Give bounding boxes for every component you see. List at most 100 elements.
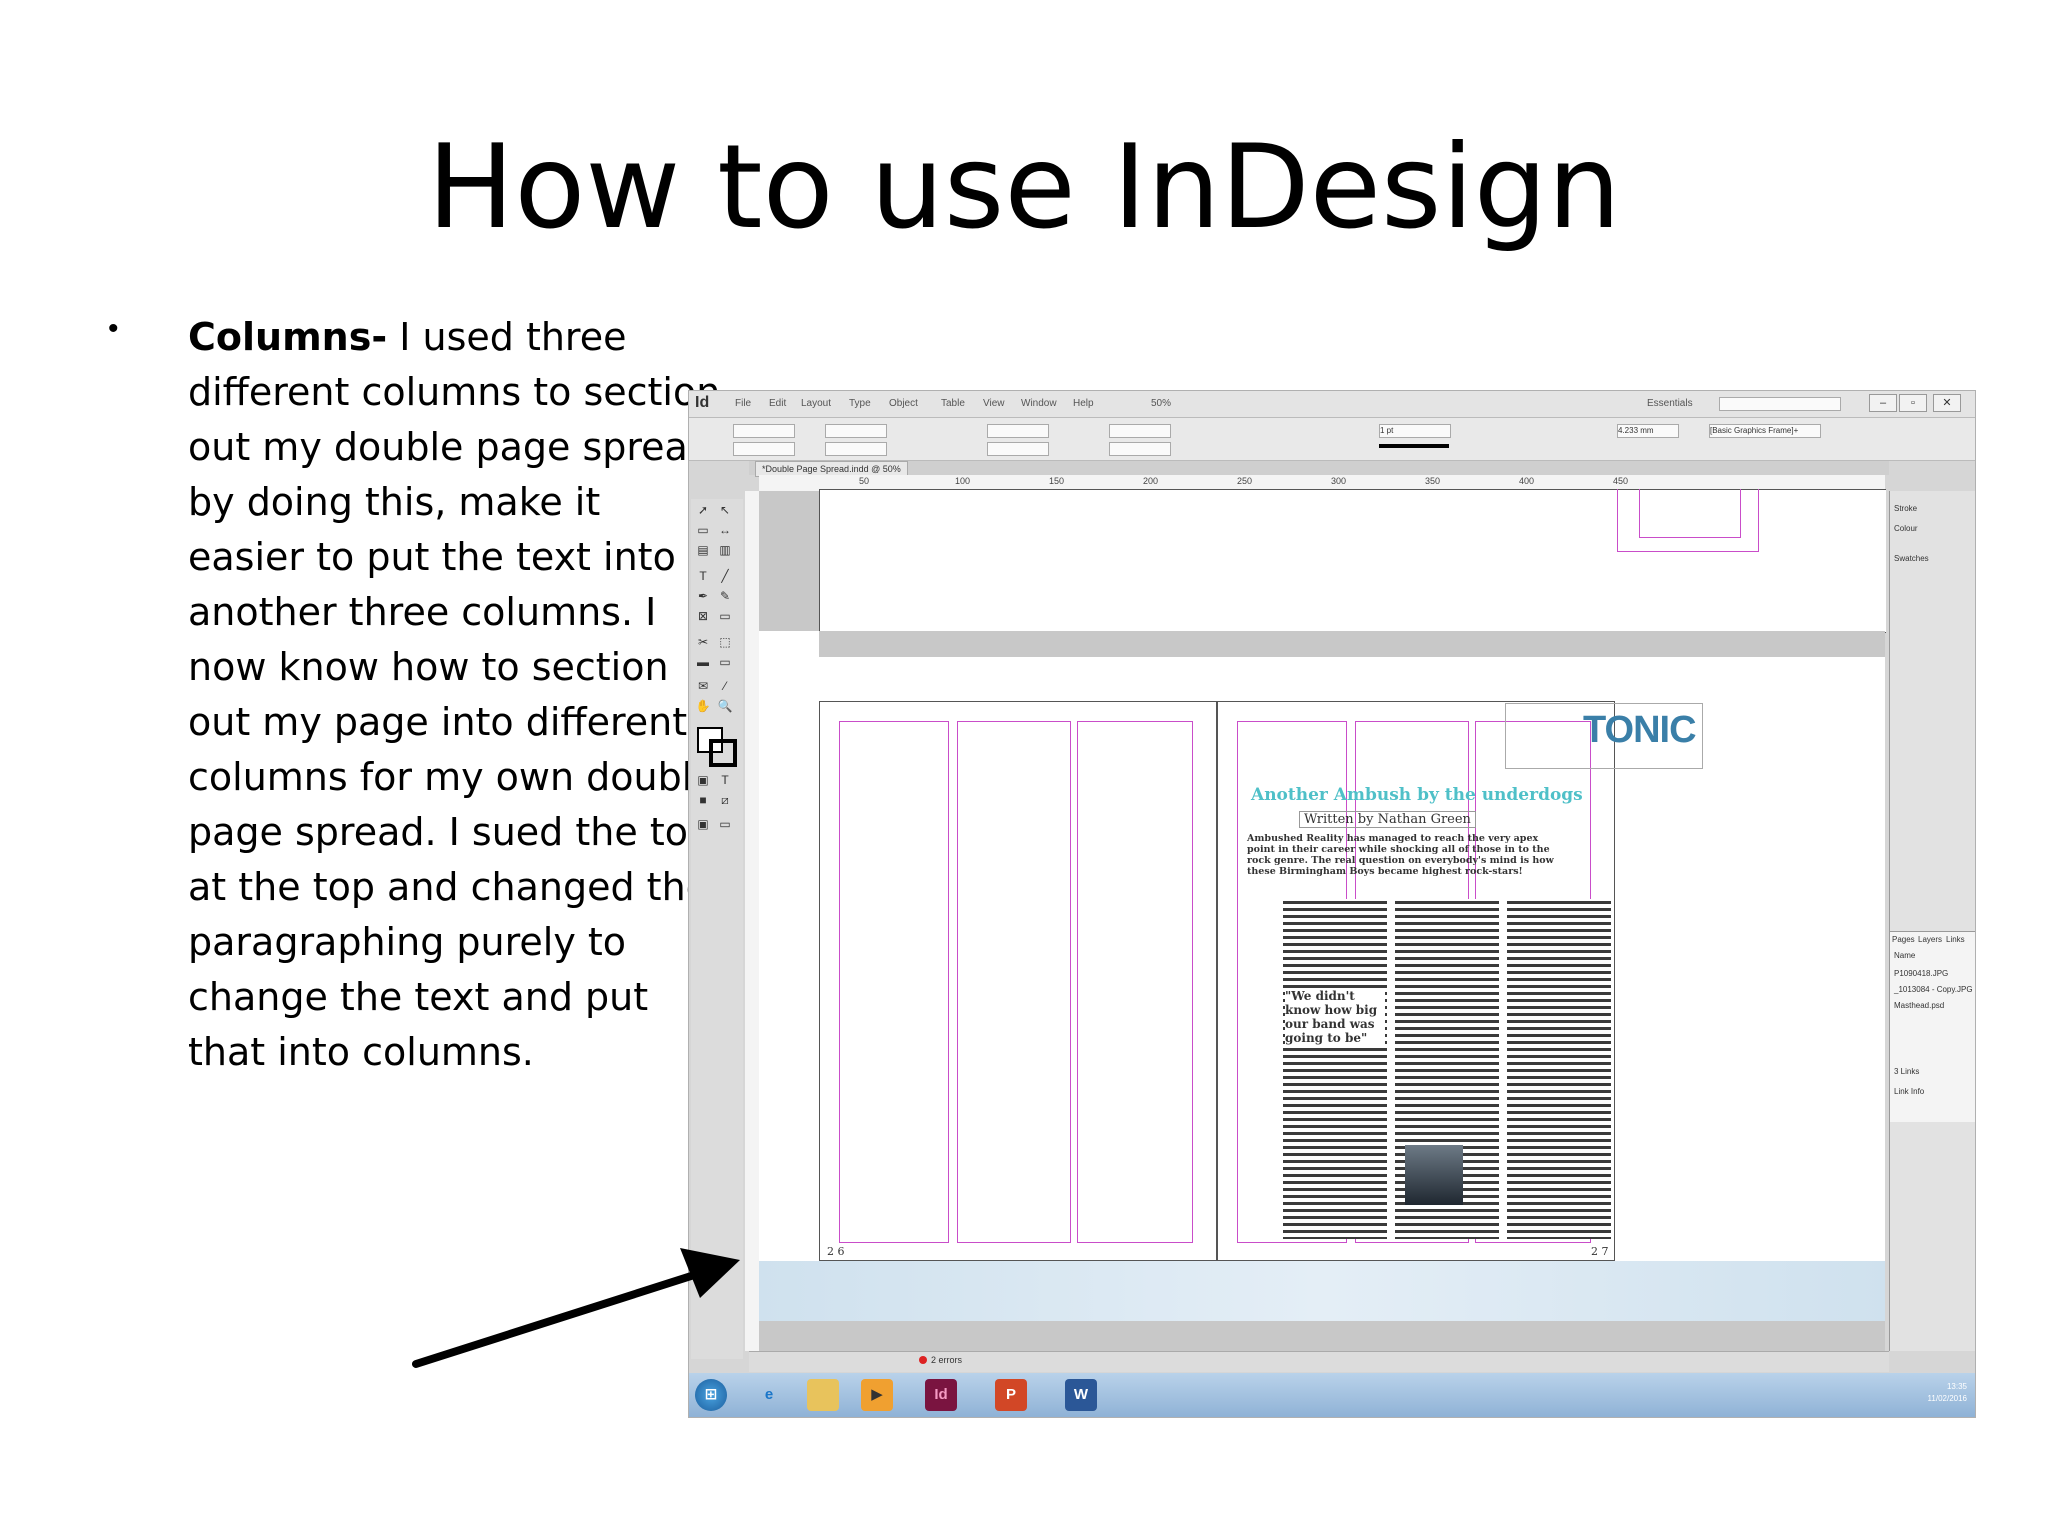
- menu-table[interactable]: Table: [941, 398, 965, 409]
- rectangle-frame-tool-icon[interactable]: ⊠: [695, 609, 711, 623]
- gradient-feather-tool-icon[interactable]: ▭: [717, 655, 733, 669]
- scissors-tool-icon[interactable]: ✂: [695, 635, 711, 649]
- start-button-icon[interactable]: ⊞: [695, 1379, 727, 1411]
- file-explorer-icon[interactable]: [807, 1379, 839, 1411]
- pen-tool-icon[interactable]: ✒: [695, 589, 711, 603]
- content-placer-icon[interactable]: ▥: [717, 543, 733, 557]
- ruler-label: 400: [1519, 476, 1535, 486]
- stroke-weight-field[interactable]: 1 pt: [1379, 424, 1451, 438]
- internet-explorer-icon[interactable]: e: [753, 1379, 785, 1411]
- powerpoint-taskbar-icon[interactable]: P: [995, 1379, 1027, 1411]
- zoom-tool-icon[interactable]: 🔍: [717, 699, 733, 713]
- clock-time: 13:35: [1946, 1382, 1967, 1391]
- hand-tool-icon[interactable]: ✋: [695, 699, 711, 713]
- type-tool-icon[interactable]: T: [695, 569, 711, 583]
- workspace-switcher[interactable]: Essentials: [1647, 398, 1693, 409]
- width-field[interactable]: [825, 424, 887, 438]
- menu-bar: Id File Edit Layout Type Object Table Vi…: [689, 391, 1975, 418]
- page-number-left: 2 6: [827, 1245, 845, 1258]
- search-input[interactable]: [1719, 397, 1841, 411]
- arrow-icon: [412, 1248, 740, 1368]
- page-tool-icon[interactable]: ▭: [695, 523, 711, 537]
- gap-tool-icon[interactable]: ↔: [717, 523, 733, 537]
- content-collector-icon[interactable]: ▤: [695, 543, 711, 557]
- zoom-dropdown[interactable]: 50%: [1151, 398, 1171, 409]
- pasteboard[interactable]: TONIC Another Ambush by the underdogs Wr…: [759, 489, 1886, 1351]
- line-tool-icon[interactable]: ╱: [717, 569, 733, 583]
- pencil-tool-icon[interactable]: ✎: [717, 589, 733, 603]
- formatting-text-icon[interactable]: T: [717, 773, 733, 787]
- stroke-swatch-icon[interactable]: [709, 739, 737, 767]
- menu-layout[interactable]: Layout: [801, 398, 831, 409]
- previous-spread-frame-inner: [1639, 489, 1741, 538]
- bullet-heading: Columns-: [188, 315, 388, 359]
- taskbar-clock[interactable]: 13:35 11/02/2016: [1928, 1381, 1967, 1405]
- preflight-status[interactable]: 2 errors: [931, 1355, 962, 1365]
- apply-none-icon[interactable]: ⧄: [717, 793, 733, 807]
- ruler-label: 300: [1331, 476, 1347, 486]
- ruler-label: 150: [1049, 476, 1065, 486]
- link-item[interactable]: Masthead.psd: [1894, 998, 1944, 1014]
- minimize-button[interactable]: –: [1869, 394, 1897, 412]
- rectangle-tool-icon[interactable]: ▭: [717, 609, 733, 623]
- stroke-type-swatch[interactable]: [1379, 444, 1449, 448]
- formatting-container-icon[interactable]: ▣: [695, 773, 711, 787]
- y-position-field[interactable]: [733, 442, 795, 456]
- word-taskbar-icon[interactable]: W: [1065, 1379, 1097, 1411]
- indesign-taskbar-icon[interactable]: Id: [925, 1379, 957, 1411]
- menu-view[interactable]: View: [983, 398, 1005, 409]
- direct-selection-tool-icon[interactable]: ↖: [717, 503, 733, 517]
- article-headline: Another Ambush by the underdogs: [1251, 785, 1583, 805]
- band-photo[interactable]: [1405, 1145, 1463, 1205]
- height-field[interactable]: [825, 442, 887, 456]
- selection-tool-icon[interactable]: ➚: [695, 503, 711, 517]
- pasteboard-gray: [759, 491, 819, 631]
- scale-y-field[interactable]: [987, 442, 1049, 456]
- document-tab-bar: *Double Page Spread.indd @ 50%: [749, 461, 1889, 477]
- page-number-right: 2 7: [1591, 1245, 1609, 1258]
- media-player-icon[interactable]: ▶: [861, 1379, 893, 1411]
- link-item[interactable]: _1013084 - Copy.JPG: [1894, 982, 1973, 998]
- screen-mode-icon[interactable]: ▭: [717, 817, 733, 831]
- maximize-button[interactable]: ▫: [1899, 394, 1927, 412]
- left-column-guide-3: [1077, 721, 1193, 1243]
- dimension-field[interactable]: 4.233 mm: [1617, 424, 1679, 438]
- menu-window[interactable]: Window: [1021, 398, 1057, 409]
- link-info-toggle[interactable]: Link Info: [1894, 1084, 1924, 1100]
- free-transform-tool-icon[interactable]: ⬚: [717, 635, 733, 649]
- object-style-dropdown[interactable]: [Basic Graphics Frame]+: [1709, 424, 1821, 438]
- note-tool-icon[interactable]: ✉: [695, 679, 711, 693]
- indesign-logo-icon: Id: [695, 394, 710, 411]
- body-text-column-3[interactable]: [1507, 899, 1611, 1239]
- links-panel-tab[interactable]: Links: [1946, 932, 1965, 948]
- apply-color-icon[interactable]: ■: [695, 793, 711, 807]
- menu-edit[interactable]: Edit: [769, 398, 786, 409]
- bullet-body: I used three different columns to sectio…: [188, 315, 722, 1074]
- shear-field[interactable]: [1109, 442, 1171, 456]
- close-button[interactable]: ✕: [1933, 394, 1961, 412]
- ruler-label: 450: [1613, 476, 1629, 486]
- x-position-field[interactable]: [733, 424, 795, 438]
- bullet-text: Columns- I used three different columns …: [188, 310, 728, 1080]
- eyedropper-tool-icon[interactable]: ⁄: [717, 679, 733, 693]
- normal-view-icon[interactable]: ▣: [695, 817, 711, 831]
- control-panel: 1 pt 4.233 mm [Basic Graphics Frame]+: [689, 418, 1975, 461]
- rotate-field[interactable]: [1109, 424, 1171, 438]
- layers-panel-tab[interactable]: Layers: [1918, 932, 1942, 948]
- panel-dock: Stroke Colour Swatches Pages Layers Link…: [1889, 491, 1975, 1351]
- swatches-panel-tab[interactable]: Swatches: [1894, 551, 1929, 567]
- scale-x-field[interactable]: [987, 424, 1049, 438]
- stroke-panel-tab[interactable]: Stroke: [1894, 501, 1917, 517]
- preflight-error-icon: [919, 1356, 927, 1364]
- body-text-column-1[interactable]: [1283, 899, 1387, 1239]
- menu-object[interactable]: Object: [889, 398, 918, 409]
- menu-file[interactable]: File: [735, 398, 751, 409]
- menu-help[interactable]: Help: [1073, 398, 1094, 409]
- pages-panel-tab[interactable]: Pages: [1892, 932, 1915, 948]
- menu-type[interactable]: Type: [849, 398, 871, 409]
- link-item[interactable]: P1090418.JPG: [1894, 966, 1948, 982]
- ruler-label: 250: [1237, 476, 1253, 486]
- status-bar: 2 errors: [749, 1351, 1889, 1372]
- colour-panel-tab[interactable]: Colour: [1894, 521, 1918, 537]
- gradient-tool-icon[interactable]: ▬: [695, 655, 711, 669]
